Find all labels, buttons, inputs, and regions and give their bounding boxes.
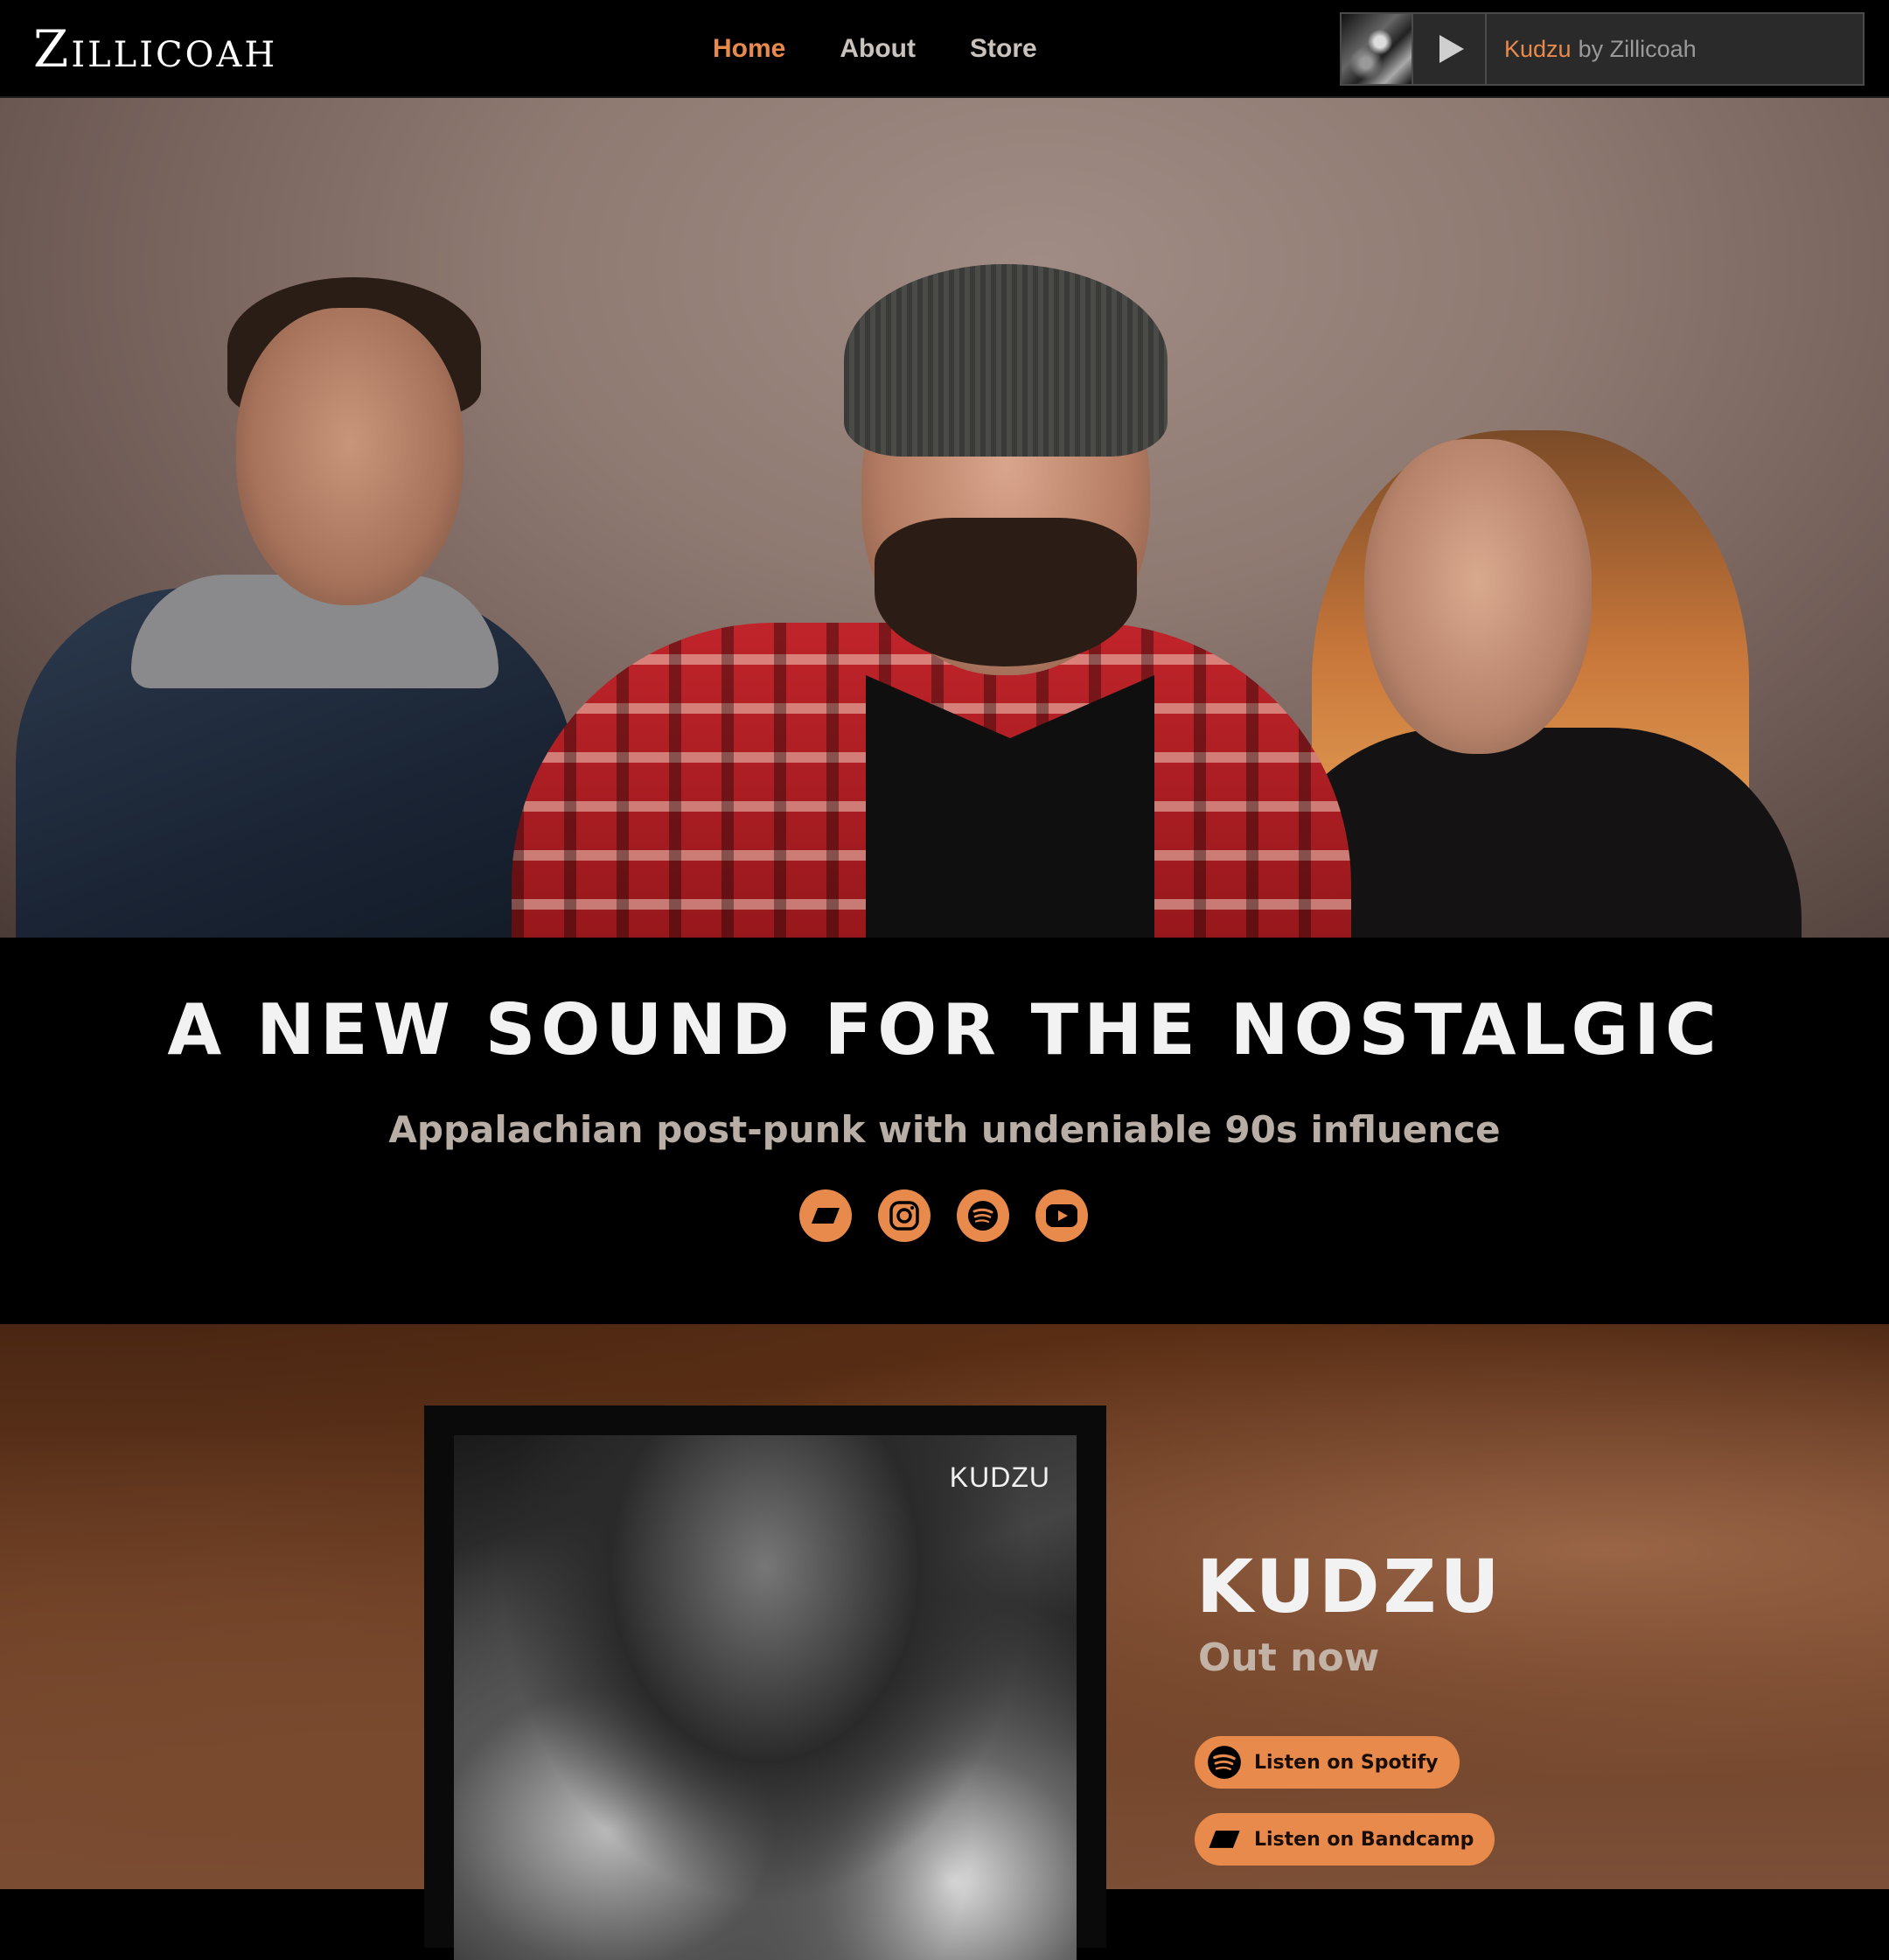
spotify-icon (1207, 1745, 1242, 1780)
album-status: Out now (1198, 1636, 1380, 1680)
nav-about[interactable]: About (840, 31, 916, 66)
instagram-link[interactable] (878, 1189, 931, 1242)
hero-band-photo (0, 98, 1889, 938)
cover-title: KUDZU (949, 1461, 1050, 1493)
logo-text: ILLICOAH (71, 35, 278, 75)
album-title: KUDZU (1196, 1544, 1503, 1629)
instagram-icon (889, 1201, 919, 1231)
album-thumbnail[interactable] (1342, 14, 1413, 84)
album-cover-frame: KUDZU (424, 1405, 1106, 1960)
play-icon (1439, 35, 1464, 63)
now-playing[interactable]: Kudzu by Zillicoah (1487, 14, 1863, 84)
listen-bandcamp-label: Listen on Bandcamp (1254, 1828, 1474, 1851)
logo-initial: Z (33, 19, 72, 79)
bandcamp-link[interactable] (799, 1189, 852, 1242)
hero-subheadline: Appalachian post-punk with undeniable 90… (388, 1108, 1501, 1151)
play-button[interactable] (1413, 14, 1487, 84)
youtube-icon (1046, 1204, 1077, 1227)
track-artist: by Zillicoah (1578, 35, 1697, 62)
spotify-link[interactable] (957, 1189, 1009, 1242)
nav-store[interactable]: Store (970, 31, 1037, 66)
bandcamp-icon (1207, 1822, 1242, 1857)
album-cover-image[interactable]: KUDZU (454, 1435, 1077, 1960)
mini-player: Kudzu by Zillicoah (1340, 12, 1865, 86)
site-header: ZILLICOAH Home About Store Kudzu by Zill… (0, 0, 1889, 98)
bandcamp-icon (812, 1208, 840, 1224)
site-logo[interactable]: ZILLICOAH (33, 23, 277, 81)
release-section: KUDZU KUDZU Out now Listen on Spotify Li… (0, 1324, 1889, 1960)
tagline-section: A NEW SOUND FOR THE NOSTALGIC Appalachia… (0, 938, 1889, 1324)
main-nav: Home About Store (713, 31, 1037, 66)
spotify-icon (968, 1201, 998, 1231)
nav-home[interactable]: Home (713, 31, 785, 66)
track-title: Kudzu (1504, 35, 1572, 62)
listen-bandcamp-button[interactable]: Listen on Bandcamp (1195, 1813, 1495, 1866)
listen-spotify-button[interactable]: Listen on Spotify (1195, 1736, 1460, 1789)
hero-headline: A NEW SOUND FOR THE NOSTALGIC (167, 989, 1722, 1071)
youtube-link[interactable] (1035, 1189, 1088, 1242)
social-links (799, 1189, 1088, 1242)
listen-spotify-label: Listen on Spotify (1254, 1751, 1439, 1774)
